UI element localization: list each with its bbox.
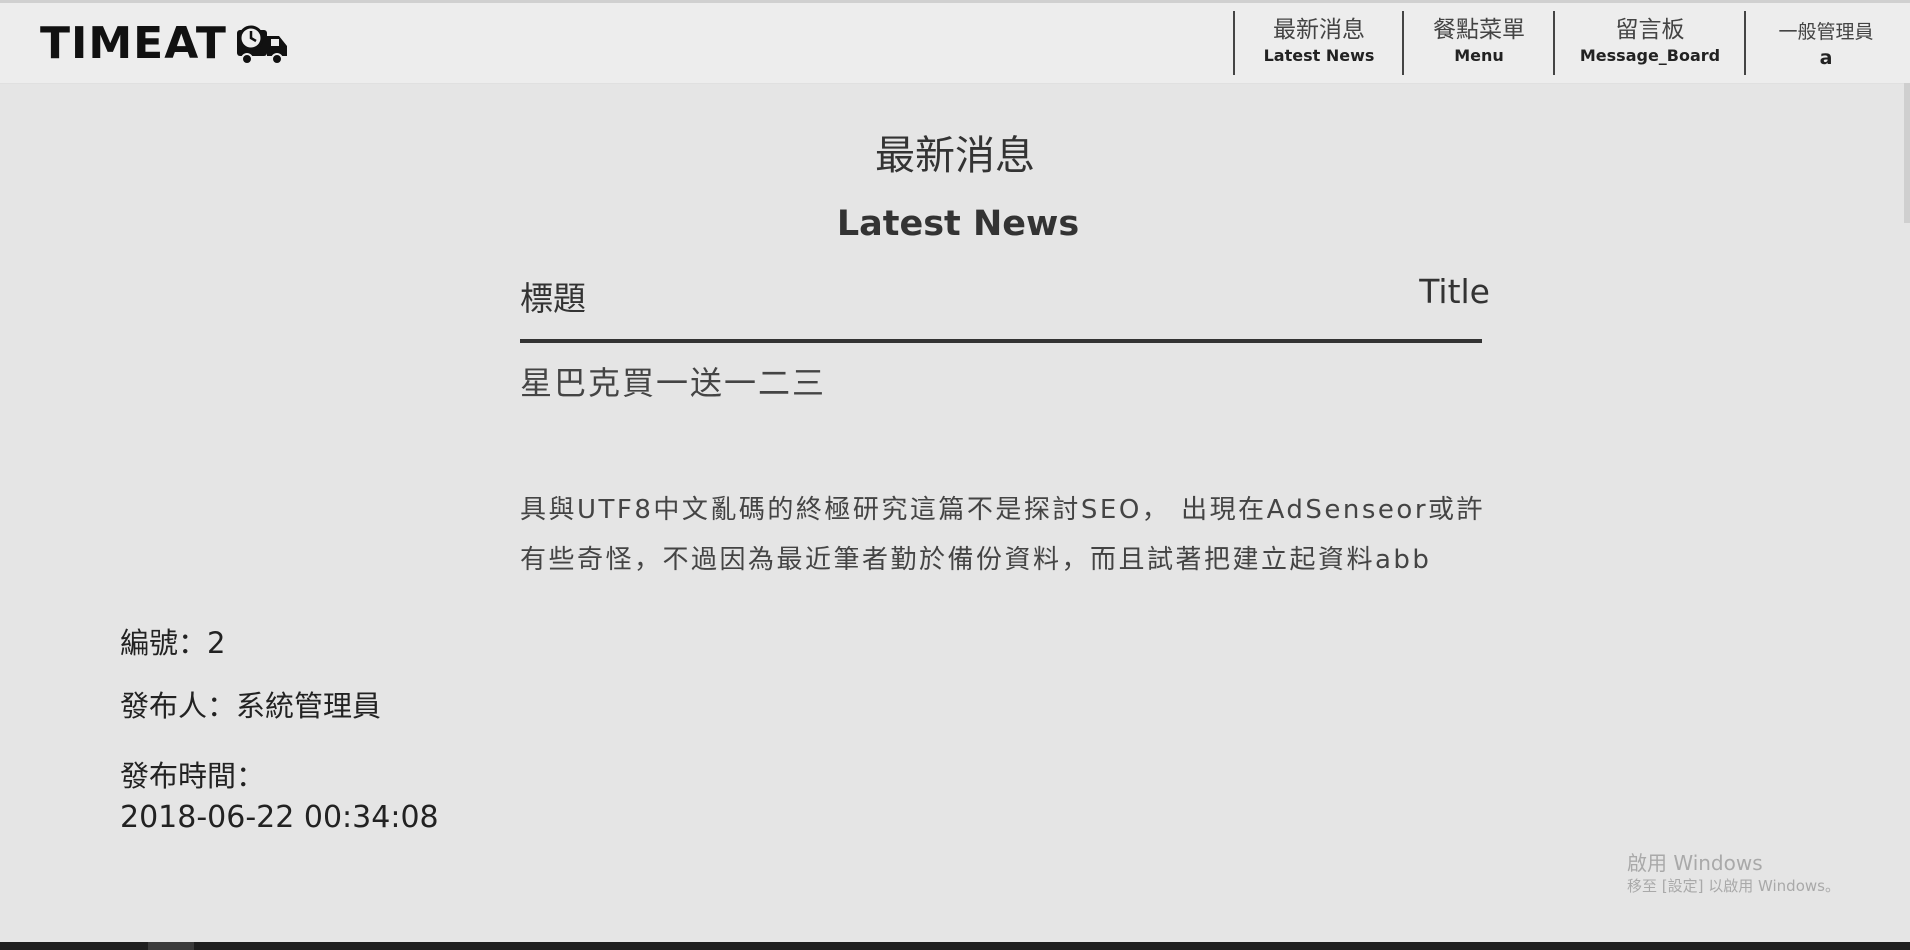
main-nav: 最新消息 Latest News 餐點菜單 Menu 留言板 Message_B… [0, 11, 1910, 75]
nav-item-label-zh: 餐點菜單 [1433, 17, 1525, 43]
watermark-line2: 移至 [設定] 以啟用 Windows。 [1627, 877, 1840, 895]
news-column-header: 標題 Title [520, 272, 1490, 322]
news-body: 具與UTF8中文亂碼的終極研究這篇不是探討SEO， 出現在AdSenseor或許… [520, 495, 1486, 575]
header-divider [520, 339, 1482, 343]
watermark-line1: 啟用 Windows [1627, 851, 1763, 875]
page-title-en: Latest News [836, 204, 1080, 244]
nav-item-label-zh: 留言板 [1615, 17, 1685, 43]
news-time: 2018-06-22 00:34:08 [120, 800, 439, 835]
nav-item-menu[interactable]: 餐點菜單 Menu [1402, 11, 1554, 75]
nav-item-label-en: Latest News [1263, 46, 1375, 65]
news-id: 編號：2 [120, 626, 226, 660]
news-title: 星巴克買一送一二三 [520, 364, 827, 402]
nav-item-label-en: Message_Board [1579, 46, 1721, 65]
user-role: 一般管理員 [1778, 21, 1874, 43]
nav-item-label-zh: 最新消息 [1273, 17, 1365, 43]
windows-activation-watermark: 啟用 Windows 移至 [設定] 以啟用 Windows。 [1627, 850, 1840, 896]
site-header: TIMEAT 最新消息 Latest News 餐點菜單 Menu 留言板 Me… [0, 3, 1910, 84]
news-time-label: 發布時間： [120, 759, 266, 793]
taskbar [0, 942, 1910, 950]
nav-item-latest-news[interactable]: 最新消息 Latest News [1233, 11, 1403, 75]
nav-item-label-en: Menu [1454, 46, 1504, 65]
column-title-en: Title [1419, 272, 1490, 311]
news-author: 發布人：系統管理員 [120, 689, 382, 723]
user-name: a [1819, 47, 1833, 69]
page-title-zh: 最新消息 [875, 133, 1035, 179]
user-menu[interactable]: 一般管理員 a [1744, 11, 1906, 75]
nav-item-message-board[interactable]: 留言板 Message_Board [1553, 11, 1745, 75]
taskbar-item[interactable] [148, 942, 194, 950]
scrollbar[interactable] [1904, 83, 1910, 223]
column-title-zh: 標題 [520, 279, 586, 318]
